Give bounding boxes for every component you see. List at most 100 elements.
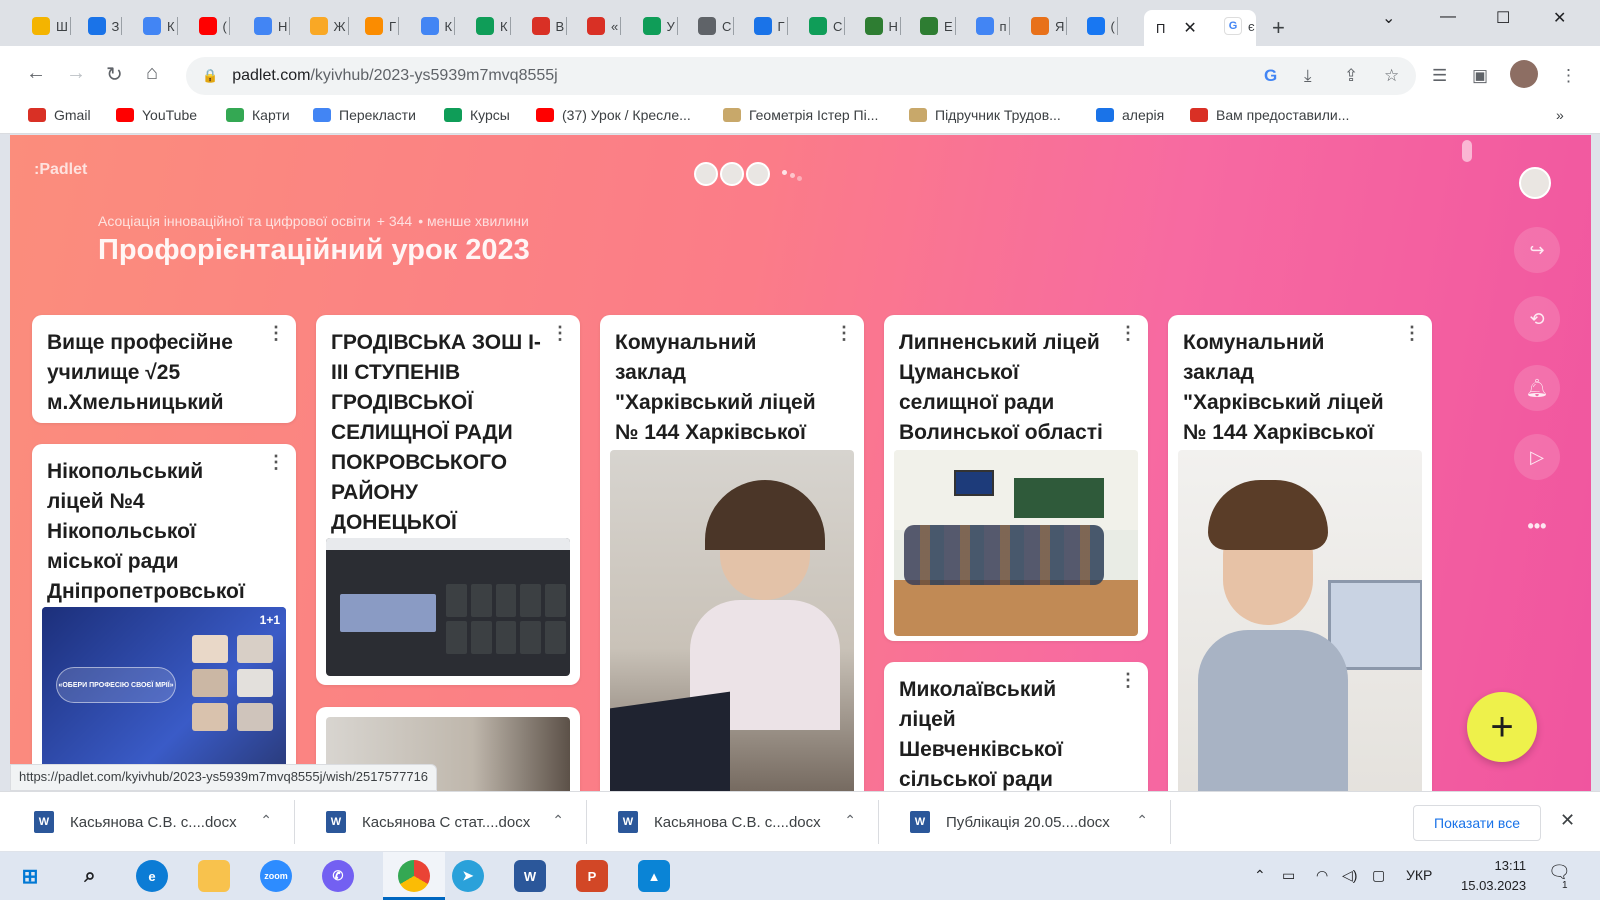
telegram-icon[interactable]: ➤ [452, 860, 484, 892]
close-window-button[interactable]: ✕ [1553, 8, 1566, 28]
download-item[interactable]: W Публікація 20.05....docx ⌃ [886, 800, 1171, 844]
bookmark-item[interactable]: алерія [1096, 107, 1164, 123]
close-downloads-icon[interactable]: ✕ [1560, 810, 1575, 831]
browser-tab[interactable]: С [690, 14, 735, 38]
address-bar[interactable]: 🔒 padlet.com/kyivhub/2023-ys5939m7mvq855… [186, 57, 1416, 95]
reading-list-icon[interactable]: ☰ [1432, 66, 1447, 86]
new-tab-button[interactable]: + [1272, 17, 1285, 39]
post-image-student-photo[interactable] [1178, 450, 1422, 791]
padlet-logo[interactable]: :Padlet [34, 161, 87, 179]
scrollbar-thumb[interactable] [1462, 140, 1472, 162]
post-menu-icon[interactable]: ⋮ [267, 324, 285, 342]
bookmark-item[interactable]: Курсы [444, 107, 510, 123]
browser-tab[interactable]: К [468, 14, 511, 38]
bookmark-item[interactable]: (37) Урок / Кресле... [536, 107, 691, 123]
browser-tab[interactable]: « [579, 14, 622, 38]
photos-icon[interactable]: ▲ [638, 860, 670, 892]
remake-icon[interactable]: ⟲ [1514, 296, 1560, 342]
browser-tab[interactable]: Н [246, 14, 291, 38]
tab-search-icon[interactable]: ⌄ [1382, 8, 1395, 28]
post-card[interactable]: Миколаївський ліцей Шевченківської сільс… [884, 662, 1148, 791]
download-item[interactable]: W Касьянова С.В. с....docx ⌃ [594, 800, 879, 844]
show-hidden-icons[interactable]: ⌃ [1254, 867, 1266, 884]
chevron-up-icon[interactable]: ⌃ [844, 812, 856, 829]
home-button[interactable]: ⌂ [146, 62, 158, 85]
minimize-button[interactable]: — [1440, 8, 1456, 26]
install-icon[interactable]: ⤓ [1304, 66, 1312, 86]
browser-tab[interactable]: У [635, 14, 678, 38]
profile-avatar[interactable] [1510, 60, 1538, 88]
meta-author[interactable]: Асоціація інноваційної та цифрової освіт… [98, 213, 371, 229]
download-item[interactable]: W Касьянова С стат....docx ⌃ [302, 800, 587, 844]
browser-tab[interactable]: Н [857, 14, 901, 38]
clock[interactable]: 13:11 15.03.2023 [1461, 856, 1526, 896]
language-indicator[interactable]: УКР [1406, 867, 1432, 883]
show-all-downloads-button[interactable]: Показати все [1413, 805, 1541, 841]
post-image-classroom[interactable] [894, 450, 1138, 636]
browser-tab[interactable]: ( [191, 14, 230, 38]
post-card[interactable]: Липненський ліцей Цуманської селищної ра… [884, 315, 1148, 641]
add-post-button[interactable]: + [1467, 692, 1537, 762]
post-menu-icon[interactable]: ⋮ [551, 324, 569, 342]
post-menu-icon[interactable]: ⋮ [1403, 324, 1421, 342]
bookmark-item[interactable]: Вам предоставили... [1190, 107, 1349, 123]
bookmark-item[interactable]: Gmail [28, 107, 91, 123]
wifi-icon[interactable]: ◠ [1316, 867, 1328, 884]
edge-icon[interactable]: e [136, 860, 168, 892]
browser-tab[interactable]: С [801, 14, 846, 38]
share-icon[interactable]: ↪ [1514, 227, 1560, 273]
play-icon[interactable]: ▷ [1514, 434, 1560, 480]
search-icon[interactable]: ⌕ [74, 860, 106, 892]
bookmark-star-icon[interactable]: ☆ [1384, 66, 1399, 86]
file-explorer-icon[interactable] [198, 860, 230, 892]
post-image-student-photo[interactable] [610, 450, 854, 791]
browser-tab[interactable]: К [413, 14, 456, 38]
browser-tab[interactable]: ( [1079, 14, 1118, 38]
browser-tab[interactable]: Ш [24, 14, 71, 38]
post-card[interactable]: Вище професійне училище √25 м.Хмельницьк… [32, 315, 296, 423]
chevron-up-icon[interactable]: ⌃ [1136, 812, 1148, 829]
browser-tab[interactable]: З [80, 14, 123, 38]
post-image-video-call[interactable] [326, 538, 570, 676]
google-lens-icon[interactable]: G [1264, 66, 1277, 86]
back-button[interactable]: ← [26, 62, 46, 85]
collaborator-avatars[interactable] [694, 162, 770, 186]
close-tab-icon[interactable]: ✕ [1183, 18, 1196, 38]
post-menu-icon[interactable]: ⋮ [1119, 671, 1137, 689]
browser-tab[interactable]: Е [912, 14, 956, 38]
bookmark-item[interactable]: Перекласти [313, 107, 416, 123]
chevron-up-icon[interactable]: ⌃ [260, 812, 272, 829]
browser-tab[interactable]: G є [1216, 14, 1255, 38]
word-icon[interactable]: W [514, 860, 546, 892]
viber-icon[interactable]: ✆ [322, 860, 354, 892]
battery-icon[interactable]: ▭ [1282, 867, 1295, 884]
bookmark-item[interactable]: YouTube [116, 107, 197, 123]
post-menu-icon[interactable]: ⋮ [835, 324, 853, 342]
download-item[interactable]: W Касьянова С.В. с....docx ⌃ [10, 800, 295, 844]
maximize-button[interactable]: ☐ [1496, 8, 1510, 28]
post-card[interactable]: Комунальний заклад "Харківський ліцей № … [1168, 315, 1432, 791]
more-bookmarks-button[interactable]: » [1556, 107, 1564, 123]
share-icon[interactable]: ⇪ [1344, 66, 1358, 86]
start-icon[interactable]: ⊞ [14, 860, 46, 892]
browser-tab[interactable]: В [524, 14, 568, 38]
browser-tab[interactable]: п [968, 14, 1010, 38]
browser-tab[interactable]: Г [357, 14, 400, 38]
chevron-up-icon[interactable]: ⌃ [552, 812, 564, 829]
browser-tab[interactable]: Ж [302, 14, 349, 38]
display-icon[interactable]: ▢ [1372, 867, 1385, 884]
chrome-icon[interactable] [398, 860, 430, 892]
post-card[interactable]: Комунальний заклад "Харківський ліцей № … [600, 315, 864, 791]
user-avatar[interactable] [1519, 167, 1551, 199]
menu-kebab-icon[interactable]: ⋮ [1560, 66, 1577, 86]
browser-tab[interactable]: К [135, 14, 178, 38]
zoom-icon[interactable]: zoom [260, 860, 292, 892]
powerpoint-icon[interactable]: P [576, 860, 608, 892]
bookmark-item[interactable]: Підручник Трудов... [909, 107, 1061, 123]
bookmark-item[interactable]: Геометрія Істер Пі... [723, 107, 878, 123]
forward-button[interactable]: → [66, 62, 86, 85]
browser-tab[interactable]: Я [1023, 14, 1068, 38]
post-menu-icon[interactable]: ⋮ [1119, 324, 1137, 342]
bell-icon[interactable]: 🔔︎ [1514, 365, 1560, 411]
reload-button[interactable]: ↻ [106, 62, 123, 87]
